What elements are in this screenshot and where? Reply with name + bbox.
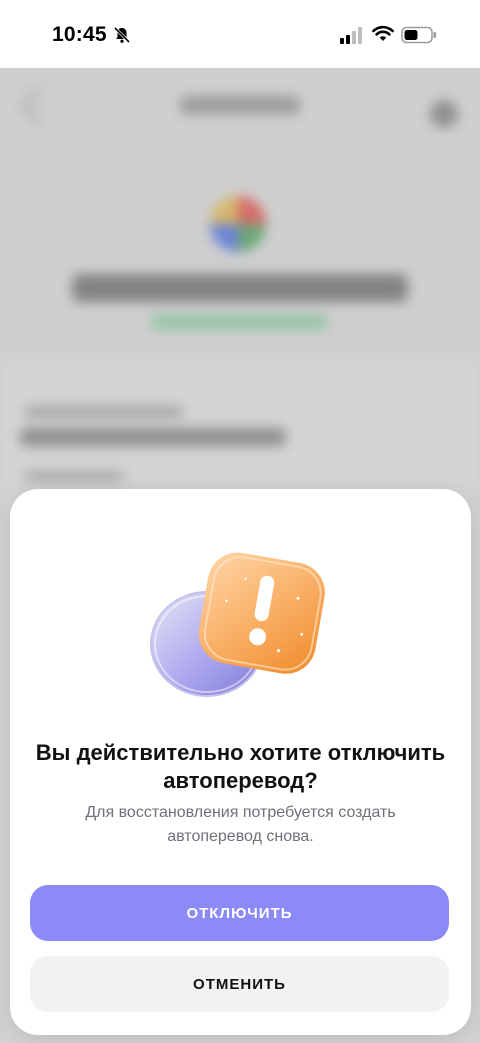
status-bar: 10:45	[0, 0, 480, 68]
background-label-2	[24, 470, 124, 482]
background-title	[72, 274, 408, 302]
dialog-subtitle: Для восстановления потребуется создать а…	[85, 804, 396, 845]
background-header-title	[180, 96, 300, 114]
background-status-badge	[150, 314, 328, 330]
background-value	[20, 428, 286, 446]
bell-off-icon	[113, 26, 131, 44]
background-divider	[0, 148, 480, 149]
cellular-signal-icon	[340, 27, 362, 44]
confirmation-dialog: Вы действительно хотите отключить автопе…	[10, 489, 471, 1035]
settings-icon	[430, 100, 458, 128]
bank-logo-icon	[210, 196, 266, 252]
battery-icon	[401, 26, 436, 44]
status-time: 10:45	[52, 23, 107, 46]
dialog-title: Вы действительно хотите отключить автопе…	[35, 740, 446, 793]
background-label	[24, 406, 184, 418]
warning-exclamation-icon	[150, 552, 325, 697]
wifi-icon	[372, 25, 394, 41]
cancel-button[interactable]: ОТМЕНИТЬ	[30, 956, 449, 1012]
disable-button[interactable]: ОТКЛЮЧИТЬ	[30, 885, 449, 941]
back-icon	[20, 86, 58, 124]
